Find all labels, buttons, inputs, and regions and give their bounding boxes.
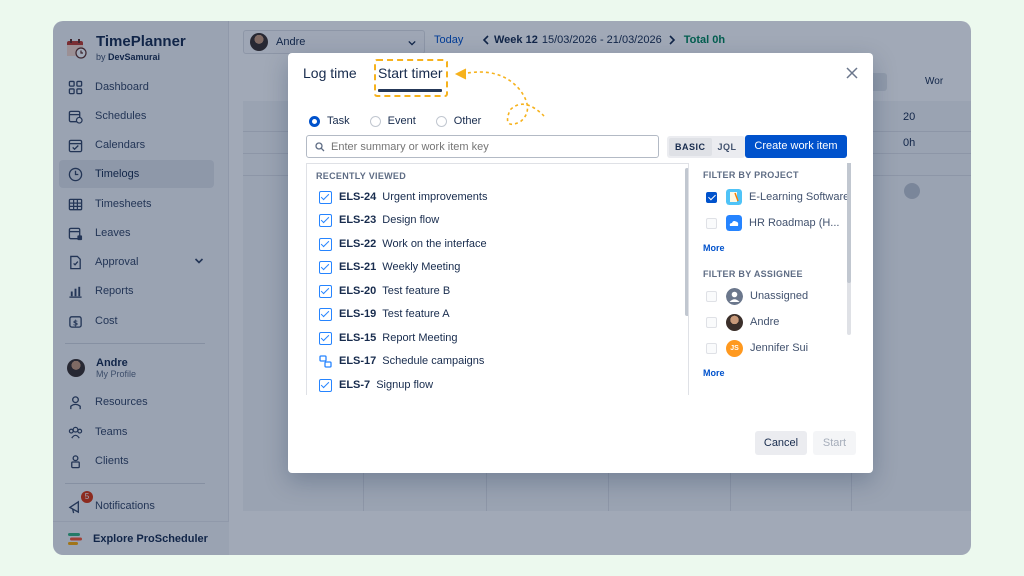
item-key: ELS-21 bbox=[339, 261, 377, 273]
list-item[interactable]: ELS-19 Test feature A bbox=[319, 305, 450, 323]
task-type-icon bbox=[319, 378, 332, 392]
item-key: ELS-23 bbox=[339, 214, 377, 226]
more-assignees-link[interactable]: More bbox=[703, 368, 725, 378]
tab-log-time[interactable]: Log time bbox=[303, 65, 357, 81]
item-title: Test feature A bbox=[382, 308, 450, 320]
filter-scrollbar[interactable] bbox=[847, 163, 851, 283]
task-type-icon bbox=[319, 307, 332, 321]
highlight-annotation bbox=[374, 59, 448, 97]
checkbox[interactable] bbox=[706, 217, 717, 229]
filter-assignee-heading: FILTER BY ASSIGNEE bbox=[703, 269, 803, 279]
recent-items-list: RECENTLY VIEWED ELS-24 Urgent improvement… bbox=[306, 163, 689, 395]
elearning-project-icon bbox=[726, 189, 742, 205]
checkbox[interactable] bbox=[706, 290, 717, 302]
task-type-icon bbox=[319, 190, 332, 204]
item-key: ELS-24 bbox=[339, 191, 377, 203]
list-item[interactable]: ELS-7 Signup flow bbox=[319, 376, 433, 394]
unassigned-avatar-icon bbox=[726, 287, 743, 305]
checkbox[interactable] bbox=[706, 316, 717, 328]
filter-project-heading: FILTER BY PROJECT bbox=[703, 170, 799, 180]
filter-option-label: Andre bbox=[750, 316, 780, 328]
search-field[interactable] bbox=[306, 135, 659, 158]
task-type-icon bbox=[319, 284, 332, 298]
list-item[interactable]: ELS-22 Work on the interface bbox=[319, 235, 487, 253]
task-type-icon bbox=[319, 260, 332, 274]
list-scrollbar[interactable] bbox=[685, 168, 688, 316]
list-item[interactable]: ELS-15 Report Meeting bbox=[319, 329, 458, 347]
radio-dot bbox=[369, 115, 381, 127]
filter-option-label: E-Learning Software bbox=[749, 191, 850, 203]
item-title: Weekly Meeting bbox=[382, 261, 461, 273]
list-item[interactable]: ELS-20 Test feature B bbox=[319, 282, 450, 300]
item-title: Report Meeting bbox=[382, 332, 458, 344]
start-button[interactable]: Start bbox=[813, 431, 856, 455]
cancel-button[interactable]: Cancel bbox=[755, 431, 807, 455]
item-title: Signup flow bbox=[376, 379, 434, 391]
cloud-project-icon bbox=[726, 215, 742, 231]
item-key: ELS-7 bbox=[339, 379, 371, 391]
basic-mode-button[interactable]: BASIC bbox=[669, 138, 712, 156]
item-title: Design flow bbox=[382, 214, 440, 226]
filter-project-option[interactable]: E-Learning Software bbox=[706, 188, 849, 206]
modal-overlay: Log time Start timer Task Event Other BA… bbox=[0, 0, 1024, 576]
radio-task[interactable]: Task bbox=[309, 115, 350, 127]
radio-event[interactable]: Event bbox=[369, 115, 416, 127]
radio-dot bbox=[309, 115, 320, 127]
list-item[interactable]: ELS-23 Design flow bbox=[319, 211, 439, 229]
list-item[interactable]: ELS-17 Schedule campaigns bbox=[319, 352, 484, 370]
item-key: ELS-22 bbox=[339, 238, 377, 250]
filter-option-label: Jennifer Sui bbox=[750, 342, 809, 354]
item-title: Schedule campaigns bbox=[382, 355, 485, 367]
more-projects-link[interactable]: More bbox=[703, 243, 725, 253]
list-item[interactable]: ELS-24 Urgent improvements bbox=[319, 188, 487, 206]
filter-panel: FILTER BY PROJECT E-Learning Software HR… bbox=[693, 163, 853, 395]
filter-option-label: Unassigned bbox=[750, 290, 809, 302]
radio-label: Event bbox=[387, 115, 416, 127]
query-mode-toggle: BASIC JQL bbox=[667, 136, 745, 158]
create-work-item-button[interactable]: Create work item bbox=[745, 135, 847, 158]
task-type-icon bbox=[319, 213, 332, 227]
task-type-icon bbox=[319, 331, 332, 345]
checkbox[interactable] bbox=[706, 191, 717, 203]
item-key: ELS-20 bbox=[339, 285, 377, 297]
item-key: ELS-17 bbox=[339, 355, 377, 367]
recent-heading: RECENTLY VIEWED bbox=[316, 171, 407, 181]
search-input[interactable] bbox=[331, 140, 651, 153]
start-timer-dialog: Log time Start timer Task Event Other BA… bbox=[288, 53, 873, 473]
search-icon bbox=[315, 141, 325, 151]
filter-project-option[interactable]: HR Roadmap (H... bbox=[706, 214, 839, 232]
radio-label: Task bbox=[327, 115, 350, 127]
annotation-arrow-icon bbox=[454, 68, 545, 126]
avatar bbox=[726, 313, 743, 331]
filter-assignee-option[interactable]: Andre bbox=[706, 313, 779, 331]
item-title: Urgent improvements bbox=[382, 191, 488, 203]
filter-option-label: HR Roadmap (H... bbox=[749, 217, 840, 229]
list-item[interactable]: ELS-21 Weekly Meeting bbox=[319, 258, 460, 276]
item-title: Test feature B bbox=[382, 285, 451, 297]
close-icon[interactable] bbox=[845, 66, 859, 80]
subtask-icon bbox=[319, 354, 332, 368]
avatar-initials: JS bbox=[726, 339, 743, 357]
item-title: Work on the interface bbox=[382, 238, 487, 250]
jql-mode-button[interactable]: JQL bbox=[712, 138, 743, 156]
checkbox[interactable] bbox=[706, 342, 717, 354]
item-key: ELS-19 bbox=[339, 308, 377, 320]
filter-assignee-option[interactable]: Unassigned bbox=[706, 287, 808, 305]
filter-assignee-option[interactable]: JS Jennifer Sui bbox=[706, 339, 808, 357]
task-type-icon bbox=[319, 237, 332, 251]
item-key: ELS-15 bbox=[339, 332, 377, 344]
